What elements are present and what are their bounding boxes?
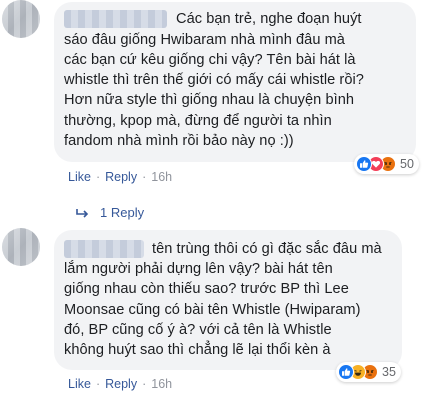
like-icon — [338, 364, 354, 380]
comment-actions: Like · Reply · 16h — [68, 170, 172, 184]
comment-text-line: các bạn cứ kêu giống chi vậy? Tên bài há… — [64, 52, 356, 68]
reaction-summary[interactable]: 50 — [354, 154, 419, 174]
comment-text-line: Moonsae cũng có bài tên Whistle (Hwipara… — [64, 302, 361, 318]
separator-dot: · — [142, 377, 147, 391]
like-link[interactable]: Like — [68, 377, 91, 391]
separator-dot: · — [95, 377, 101, 391]
comment-actions: Like · Reply · 16h — [68, 377, 172, 391]
comment-text-line: fandom nhà mình rồi bảo này nọ :)) — [64, 133, 294, 149]
comment-timestamp[interactable]: 16h — [151, 170, 172, 184]
like-link[interactable]: Like — [68, 170, 91, 184]
reply-arrow-icon — [76, 208, 89, 218]
comment-text-line: không huýt sao thì chẳng lẽ lại thổi kèn… — [64, 342, 331, 358]
separator-dot: · — [95, 170, 101, 184]
reaction-count: 50 — [400, 157, 414, 171]
commenter-avatar[interactable] — [2, 228, 40, 266]
comment-text-line: thường, kpop mà, đừng để người ta nhìn — [64, 113, 332, 129]
reply-link[interactable]: Reply — [105, 377, 137, 391]
separator-dot: · — [142, 170, 147, 184]
comment-timestamp[interactable]: 16h — [151, 377, 172, 391]
replies-count-label: 1 Reply — [100, 205, 145, 220]
commenter-name-redacted[interactable] — [64, 240, 144, 258]
comment-text-line: lắm người phải dựng lên vậy? bài hát tên — [64, 261, 333, 277]
comment-text-line: tên trùng thôi có gì đặc sắc đâu mà — [152, 241, 382, 257]
comment-text-line: Hơn nữa style thì giống nhau là chuyện b… — [64, 92, 355, 108]
comment-text-line: Các bạn trẻ, nghe đoạn huýt — [176, 11, 362, 27]
comment-text-line: đó, BP cũng cố ý à? với cả tên là Whistl… — [64, 322, 332, 338]
like-icon — [356, 156, 372, 172]
comment-text-line: sáo đâu giống Hwibaram nhà mình đâu mà — [64, 32, 345, 48]
commenter-avatar[interactable] — [2, 0, 40, 38]
view-replies-link[interactable]: 1 Reply — [76, 205, 144, 220]
commenter-name-redacted[interactable] — [64, 10, 167, 28]
comment-text-line: whistle thì trên thế giới có mấy cái whi… — [64, 72, 364, 88]
reaction-count: 35 — [382, 365, 396, 379]
reaction-summary[interactable]: 35 — [336, 362, 401, 382]
comment-text-line: giống nhau còn thiếu sao? trước BP thì L… — [64, 281, 349, 297]
reply-link[interactable]: Reply — [105, 170, 137, 184]
